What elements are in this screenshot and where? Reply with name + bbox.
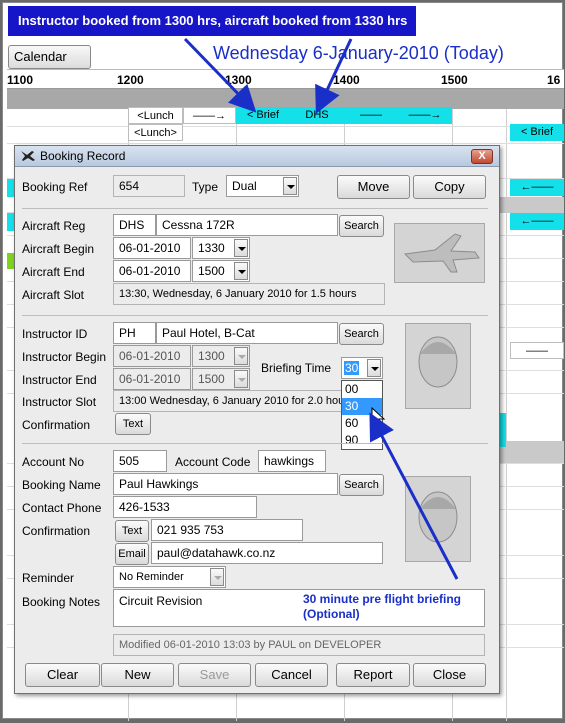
booking-screen: Instructor booked from 1300 hrs, aircraf… [2, 2, 564, 721]
arrow-to-brief [183, 37, 257, 113]
annotation-arrows [183, 37, 459, 580]
arrow-to-dhs [315, 38, 353, 114]
arrow-to-briefing-list [369, 412, 459, 580]
